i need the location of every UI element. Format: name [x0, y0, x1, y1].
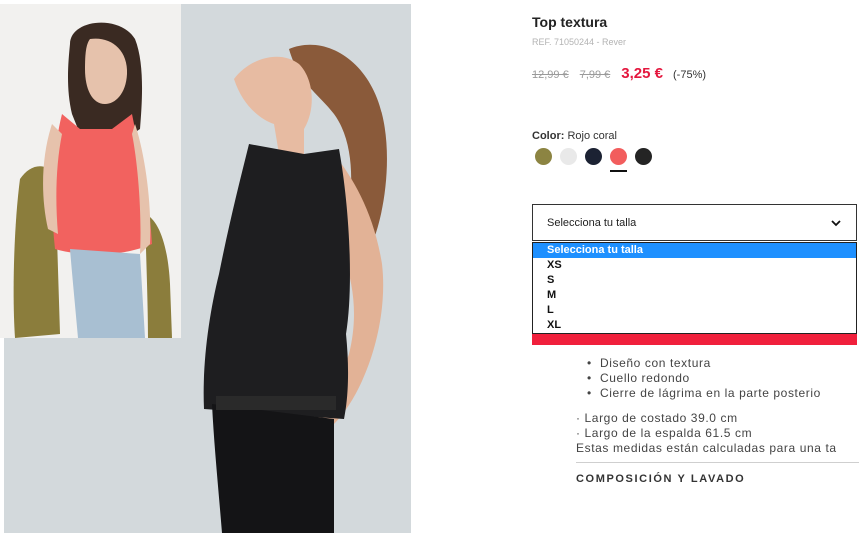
color-value: Rojo coral [567, 130, 617, 142]
model-coral-top-illustration [0, 4, 181, 338]
size-select-label: Selecciona tu talla [547, 216, 637, 229]
size-option[interactable]: L [533, 303, 856, 318]
measurement-line: · Largo de costado 39.0 cm [576, 411, 738, 425]
measurements: · Largo de costado 39.0 cm · Largo de la … [576, 411, 837, 456]
feature-item: Diseño con textura [587, 356, 821, 371]
color-label-line: Color: Rojo coral [532, 130, 617, 142]
size-select[interactable]: Selecciona tu talla [532, 204, 857, 241]
composition-washing-toggle[interactable]: COMPOSICIÓN Y LAVADO [576, 473, 745, 485]
previous-price: 7,99 € [579, 69, 611, 81]
measurement-line: Estas medidas están calculadas para una … [576, 441, 837, 455]
color-swatch-white[interactable] [560, 148, 577, 165]
color-label: Color: [532, 130, 565, 142]
size-option[interactable]: Selecciona tu talla [533, 243, 856, 258]
feature-item: Cuello redondo [587, 371, 821, 386]
color-swatches [535, 148, 660, 172]
section-divider [576, 462, 859, 463]
color-swatch-black[interactable] [635, 148, 652, 165]
color-swatch-navy[interactable] [585, 148, 602, 165]
product-title: Top textura [532, 14, 608, 30]
size-dropdown-list: Selecciona tu talla XS S M L XL [532, 242, 857, 334]
current-price: 3,25 € [621, 65, 664, 82]
color-swatch-coral[interactable] [610, 148, 627, 172]
product-image-secondary[interactable] [0, 4, 181, 338]
size-option[interactable]: S [533, 273, 856, 288]
original-price: 12,99 € [532, 69, 569, 81]
measurement-line: · Largo de la espalda 61.5 cm [576, 426, 753, 440]
discount-badge: (-75%) [673, 69, 707, 81]
size-option[interactable]: XS [533, 258, 856, 273]
size-option[interactable]: M [533, 288, 856, 303]
price-block: 12,99 € 7,99 € 3,25 € (-75%) [532, 65, 706, 82]
feature-list: Diseño con texturaCuello redondoCierre d… [587, 356, 821, 401]
product-reference: REF. 71050244 - Rever [532, 37, 627, 47]
chevron-down-icon [831, 219, 841, 226]
color-swatch-khaki[interactable] [535, 148, 552, 165]
size-option[interactable]: XL [533, 318, 856, 333]
feature-item: Cierre de lágrima en la parte posterio [587, 386, 821, 401]
add-to-cart-button[interactable] [532, 334, 857, 345]
